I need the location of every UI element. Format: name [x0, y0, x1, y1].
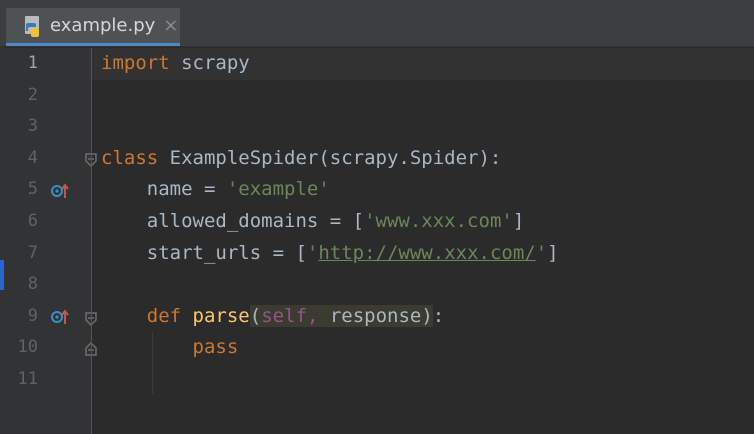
keyword-def: def: [146, 304, 182, 327]
code-text: start_urls = [: [101, 241, 307, 264]
string-literal: 'example': [226, 178, 330, 201]
code-text: ]: [547, 241, 559, 264]
colon: :: [432, 304, 445, 327]
self-param: self,: [261, 304, 319, 327]
code-line-4[interactable]: class ExampleSpider(scrapy.Spider):: [101, 143, 501, 175]
python-file-icon: [22, 15, 44, 37]
code-text: name =: [101, 178, 227, 201]
overrides-method-icon[interactable]: [51, 183, 71, 199]
url-link[interactable]: http://www.xxx.com/: [318, 242, 535, 264]
code-line-5[interactable]: name = 'example': [101, 174, 330, 206]
line-number: 7: [27, 242, 38, 263]
line-number: 2: [27, 84, 38, 105]
code-text: scrapy: [169, 52, 250, 74]
function-name: parse: [192, 304, 250, 327]
line-number: 10: [17, 337, 38, 358]
keyword-import: import: [101, 52, 170, 74]
code-text: allowed_domains = [: [101, 210, 365, 232]
close-tab-icon[interactable]: ×: [163, 15, 178, 36]
string-quote: ': [535, 241, 548, 264]
line-number: 4: [27, 147, 38, 168]
overrides-method-icon[interactable]: [51, 309, 71, 325]
tab-example-py[interactable]: example.py ×: [6, 8, 180, 46]
line-number: 8: [27, 274, 38, 295]
string-literal: 'www.xxx.com': [364, 210, 513, 232]
code-text: ExampleSpider(scrapy.Spider):: [158, 146, 502, 169]
code-editor[interactable]: import scrapy class ExampleSpider(scrapy…: [92, 48, 754, 434]
parameter-list: (self, response): [249, 304, 433, 327]
code-line-7[interactable]: start_urls = ['http://www.xxx.com/']: [101, 238, 559, 270]
line-number: 11: [17, 369, 38, 389]
response-param: response): [318, 304, 433, 327]
line-number: 3: [27, 116, 38, 137]
code-text: ]: [512, 210, 525, 232]
code-line-9[interactable]: def parse(self, response):: [101, 301, 444, 333]
line-number: 6: [27, 211, 38, 231]
line-number: 1: [27, 53, 38, 73]
string-quote: ': [306, 241, 319, 264]
open-paren: (: [249, 304, 262, 327]
editor-gutter[interactable]: 1 2 3 4 5 6 7 8 9 10 11: [4, 48, 97, 434]
code-line-10[interactable]: pass: [101, 332, 239, 364]
line-number: 5: [27, 179, 38, 200]
tab-filename: example.py: [50, 15, 156, 36]
editor-tab-bar: example.py ×: [0, 0, 754, 47]
keyword-pass: pass: [192, 336, 239, 359]
line-number: 9: [27, 305, 38, 326]
code-line-1[interactable]: import scrapy: [101, 48, 250, 80]
code-line-6[interactable]: allowed_domains = ['www.xxx.com']: [101, 206, 525, 238]
keyword-class: class: [101, 146, 159, 169]
